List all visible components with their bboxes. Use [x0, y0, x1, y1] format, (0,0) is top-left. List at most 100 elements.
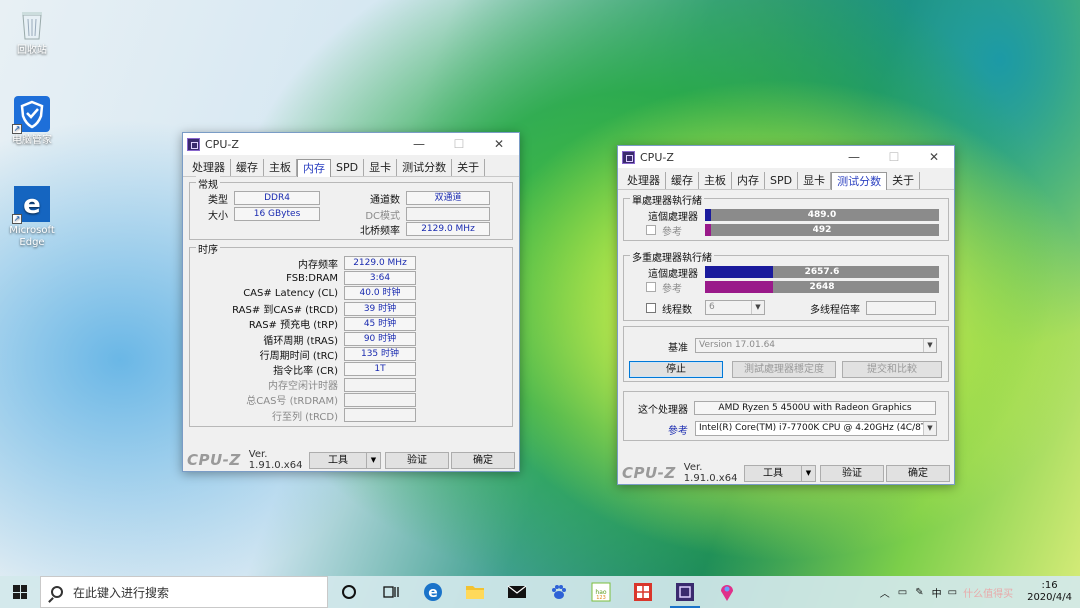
desktop-icon-edge[interactable]: e ↗ Microsoft Edge [0, 186, 64, 249]
timing-label: RAS# 预充电 (tRP) [248, 320, 338, 332]
cortana-circle-icon [342, 585, 356, 599]
tab-bench[interactable]: 测试分数 [831, 172, 888, 190]
tab-mainboard[interactable]: 主板 [699, 172, 732, 189]
tab-about[interactable]: 关于 [452, 159, 486, 176]
submit-compare-button: 提交和比較 [842, 361, 942, 378]
multi-this-bar: 2657.6 [705, 266, 939, 278]
title-bar[interactable]: CPU-Z — ☐ ✕ [183, 133, 519, 155]
tab-caches[interactable]: 缓存 [666, 172, 699, 189]
ok-button[interactable]: 确定 [886, 464, 950, 482]
chevron-up-icon[interactable]: ︿ [880, 585, 890, 600]
group-title: 常规 [196, 176, 220, 191]
group-title: 时序 [196, 241, 220, 256]
timing-label: 行周期时间 (tRC) [259, 350, 338, 362]
nb-freq-value: 2129.0 MHz [406, 222, 490, 236]
taskbar-mail[interactable] [496, 576, 538, 608]
timing-row: FSB:DRAM 3:64 [190, 271, 416, 286]
network-icon[interactable]: ▭ [898, 587, 907, 598]
timing-value: 2129.0 MHz [344, 256, 416, 270]
cpuz-bench-window: CPU-Z — ☐ ✕ 处理器 缓存 主板 内存 SPD 显卡 测试分数 关于 … [617, 145, 955, 485]
tab-spd[interactable]: SPD [331, 159, 365, 176]
tools-button[interactable]: 工具 [309, 451, 367, 469]
task-view-button[interactable] [370, 576, 412, 608]
close-button[interactable]: ✕ [914, 146, 954, 168]
desktop-icon-pc-manager[interactable]: ↗ 电脑管家 [0, 96, 64, 147]
start-button[interactable] [0, 576, 40, 608]
timing-value: 3:64 [344, 271, 416, 286]
tools-dropdown-arrow-icon[interactable]: ▼ [802, 464, 816, 482]
group-title: 多重處理器執行緒 [630, 249, 714, 264]
timing-value [344, 408, 416, 422]
multi-ref-checkbox[interactable] [646, 282, 656, 292]
timing-row: 内存频率 2129.0 MHz [190, 256, 416, 271]
edge-icon: e [424, 583, 442, 601]
taskbar-calculator[interactable] [622, 576, 664, 608]
timing-row: RAS# 预充电 (tRP) 45 时钟 [190, 316, 416, 332]
type-label: 类型 [208, 194, 228, 206]
stop-button[interactable]: 停止 [629, 361, 723, 378]
search-placeholder: 在此键入进行搜索 [73, 585, 170, 600]
timing-value: 1T [344, 362, 416, 377]
reference-cpu-select[interactable]: Intel(R) Core(TM) i7-7700K CPU @ 4.20GHz… [695, 421, 937, 436]
pen-icon[interactable]: ✎ [915, 587, 923, 598]
benchmark-version-select[interactable]: Version 17.01.64 ▼ [695, 338, 937, 353]
taskbar-baidu[interactable] [538, 576, 580, 608]
cpuz-memory-window: CPU-Z — ☐ ✕ 处理器 缓存 主板 内存 SPD 显卡 测试分数 关于 … [182, 132, 520, 472]
svg-text:e: e [23, 190, 41, 220]
clock[interactable]: :16 2020/4/4 [1019, 580, 1080, 604]
taskbar-file-explorer[interactable] [454, 576, 496, 608]
type-value: DDR4 [234, 191, 320, 205]
tools-dropdown-arrow-icon[interactable]: ▼ [367, 451, 381, 469]
version-text: Ver. 1.91.0.x64 [248, 449, 303, 471]
tab-bench[interactable]: 测试分数 [397, 159, 453, 176]
tab-processor[interactable]: 处理器 [622, 172, 666, 189]
tab-graphics[interactable]: 显卡 [364, 159, 398, 176]
battery-icon[interactable]: ▭ [948, 587, 957, 598]
reference-cpu-value: Intel(R) Core(TM) i7-7700K CPU @ 4.20GHz… [699, 423, 930, 433]
taskbar-search-box[interactable]: 在此键入进行搜索 [40, 576, 328, 608]
multi-thread-group: 多重處理器執行緒 這個處理器 2657.6 參考 2648 线程数 6 ▼ 多线… [623, 249, 949, 321]
mt-ratio-label: 多线程倍率 [810, 304, 860, 316]
cpuz-app-icon [676, 583, 694, 601]
desktop-icon-label: Microsoft Edge [9, 225, 55, 248]
close-button[interactable]: ✕ [479, 133, 519, 155]
taskbar-cpuz[interactable] [664, 576, 706, 608]
tab-memory[interactable]: 内存 [732, 172, 765, 189]
title-bar[interactable]: CPU-Z — ☐ ✕ [618, 146, 954, 168]
window-title: CPU-Z [205, 137, 239, 151]
minimize-button[interactable]: — [399, 133, 439, 155]
tab-caches[interactable]: 缓存 [231, 159, 264, 176]
tab-graphics[interactable]: 显卡 [798, 172, 832, 189]
tab-mainboard[interactable]: 主板 [264, 159, 297, 176]
taskbar-hao123[interactable]: hao 123 [580, 576, 622, 608]
threads-checkbox[interactable] [646, 303, 656, 313]
ime-indicator[interactable]: 中 [932, 585, 942, 600]
threads-select[interactable]: 6 ▼ [705, 300, 765, 315]
ref-label: 參考 [662, 283, 682, 295]
ok-button[interactable]: 确定 [451, 451, 515, 469]
chevron-down-icon: ▼ [923, 422, 936, 435]
cortana-button[interactable] [328, 576, 370, 608]
tools-button[interactable]: 工具 [744, 464, 802, 482]
validate-button[interactable]: 验证 [385, 451, 449, 469]
tab-spd[interactable]: SPD [765, 172, 799, 189]
timing-label: 内存频率 [298, 259, 338, 271]
tab-processor[interactable]: 处理器 [187, 159, 231, 176]
recycle-bin-icon [14, 6, 50, 42]
single-ref-checkbox[interactable] [646, 225, 656, 235]
svg-text:e: e [428, 585, 438, 601]
cpuz-logo: CPU-Z [622, 464, 676, 482]
minimize-button[interactable]: — [834, 146, 874, 168]
tab-memory[interactable]: 内存 [297, 159, 331, 177]
taskbar-maps[interactable] [706, 576, 748, 608]
tab-about[interactable]: 关于 [887, 172, 921, 189]
validate-button[interactable]: 验证 [820, 464, 884, 482]
timing-row: RAS# 到CAS# (tRCD) 39 时钟 [190, 301, 416, 316]
taskbar-edge[interactable]: e [412, 576, 454, 608]
search-icon [51, 586, 63, 598]
desktop-icon-label: 电脑管家 [12, 135, 52, 146]
timing-value [344, 392, 416, 407]
benchmark-group: 基准 Version 17.01.64 ▼ 停止 測試處理器穩定度 提交和比較 [623, 326, 949, 382]
desktop-icon-recycle-bin[interactable]: 回收站 [0, 6, 64, 57]
timing-value: 40.0 时钟 [344, 286, 416, 301]
